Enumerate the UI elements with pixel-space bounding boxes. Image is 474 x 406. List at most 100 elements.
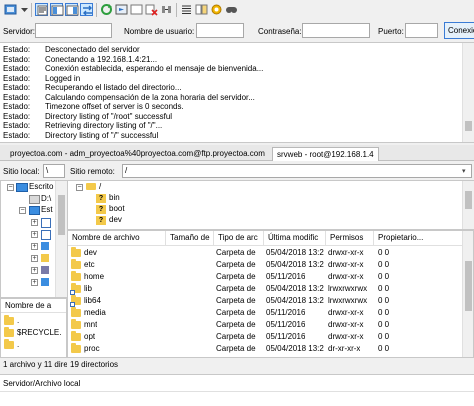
expand-icon[interactable]: + bbox=[31, 267, 38, 274]
cancel-icon[interactable] bbox=[130, 3, 143, 16]
tree-item-dev[interactable]: dev bbox=[109, 215, 122, 225]
cell-owner: 0 0 bbox=[378, 332, 390, 341]
toggle-remote-tree-icon[interactable] bbox=[65, 3, 79, 16]
remote-file-list: Nombre de archivo Tamaño de Tipo de arc … bbox=[67, 230, 474, 358]
folder-icon bbox=[71, 319, 81, 329]
log-entry-message: Conexión establecida, esperando el mensa… bbox=[45, 64, 264, 73]
table-row[interactable]: mnt Carpeta de 05/11/2016 drwxr-xr-x 0 0 bbox=[68, 319, 463, 331]
local-path-bar: Sitio local: \ bbox=[0, 162, 67, 180]
cell-name: mnt bbox=[84, 320, 98, 329]
process-queue-icon[interactable] bbox=[115, 3, 128, 16]
toggle-local-tree-icon[interactable] bbox=[50, 3, 64, 16]
cell-perms: drwxr-xr-x bbox=[328, 320, 364, 329]
local-tree-scrollbar[interactable] bbox=[55, 181, 67, 297]
images-folder-icon bbox=[41, 254, 49, 262]
quickconnect-button[interactable]: Conexión rápida bbox=[444, 22, 474, 39]
log-entry-type: Estado: bbox=[3, 45, 31, 54]
local-column-name[interactable]: Nombre de a bbox=[1, 299, 66, 313]
password-label: Contraseña: bbox=[258, 27, 302, 36]
transfer-queue: Servidor/Archivo local bbox=[0, 374, 474, 406]
tab-srvweb[interactable]: srvweb - root@192.168.1.4 bbox=[272, 147, 379, 161]
disconnect-icon[interactable] bbox=[145, 3, 158, 16]
table-row[interactable]: lib64 Carpeta de 05/04/2018 13:2 lrwxrwxrwx… bbox=[68, 295, 463, 307]
toggle-queue-icon[interactable] bbox=[80, 3, 93, 16]
sync-browse-icon[interactable] bbox=[210, 3, 223, 16]
remote-path-input[interactable]: / bbox=[122, 164, 472, 178]
list-item[interactable]: . bbox=[1, 339, 66, 351]
folder-icon bbox=[71, 343, 81, 353]
list-item[interactable]: $RECYCLE. bbox=[1, 327, 66, 339]
username-input[interactable] bbox=[196, 23, 244, 38]
table-row[interactable]: home Carpeta de 05/11/2016 drwxr-xr-x 0 0 bbox=[68, 271, 463, 283]
queue-column-server-local[interactable]: Servidor/Archivo local bbox=[3, 379, 80, 388]
expand-icon[interactable]: + bbox=[31, 243, 38, 250]
collapse-icon[interactable]: − bbox=[7, 184, 14, 191]
column-header[interactable]: Permisos bbox=[326, 231, 374, 245]
expand-icon[interactable]: + bbox=[31, 219, 38, 226]
expand-icon[interactable]: + bbox=[31, 255, 38, 262]
log-entry-message: Directory listing of "/root" successful bbox=[45, 111, 173, 121]
user-label: Nombre de usuario: bbox=[124, 27, 195, 36]
local-tree: − Escrito D:\ − Est + + + + + + bbox=[0, 180, 67, 298]
column-header[interactable]: Última modific bbox=[264, 231, 326, 245]
reconnect-icon[interactable] bbox=[160, 3, 173, 16]
cell-type: Carpeta de bbox=[216, 272, 256, 281]
tree-item-equipo[interactable]: Est bbox=[41, 205, 53, 215]
log-entry-message: Recuperando el listado del directorio... bbox=[45, 83, 182, 92]
tab-proyectoa[interactable]: proyectoa.com - adm_proyectoa%40proyecto… bbox=[6, 147, 269, 161]
tree-item-drive-d[interactable]: D:\ bbox=[41, 194, 51, 204]
local-path-input[interactable]: \ bbox=[43, 164, 65, 178]
tree-item-bin[interactable]: bin bbox=[109, 193, 120, 203]
table-row[interactable]: media Carpeta de 05/11/2016 drwxr-xr-x 0 0 bbox=[68, 307, 463, 319]
log-entry-type: Estado: bbox=[3, 73, 31, 83]
collapse-icon[interactable]: − bbox=[76, 184, 83, 191]
remote-path-bar: Sitio remoto: / ▾ bbox=[67, 162, 474, 180]
remote-list-scrollbar[interactable] bbox=[462, 231, 473, 357]
cell-type: Carpeta de bbox=[216, 260, 256, 269]
remote-path-dropdown-icon[interactable]: ▾ bbox=[462, 167, 466, 175]
expand-icon[interactable]: + bbox=[31, 231, 38, 238]
cell-name: opt bbox=[84, 332, 96, 341]
table-row[interactable]: lib Carpeta de 05/04/2018 13:2 lrwxrwxrwx 0 … bbox=[68, 283, 463, 295]
table-row[interactable]: proc Carpeta de 05/04/2018 13:2 dr-xr-xr-x 0… bbox=[68, 343, 463, 355]
column-header[interactable]: Tipo de arc bbox=[214, 231, 264, 245]
log-scrollbar[interactable] bbox=[462, 43, 474, 142]
cell-modified: 05/04/2018 13:2 bbox=[266, 284, 324, 293]
cell-perms: drwxr-xr-x bbox=[328, 248, 364, 257]
log-entry: Estado: Retrieving directory listing of "… bbox=[3, 121, 162, 131]
remote-path-label: Sitio remoto: bbox=[70, 167, 115, 176]
folder-icon bbox=[86, 183, 96, 190]
tree-item-root[interactable]: / bbox=[99, 182, 101, 192]
port-input[interactable] bbox=[405, 23, 438, 38]
remote-tree-scrollbar[interactable] bbox=[462, 181, 474, 229]
local-path-label: Sitio local: bbox=[3, 167, 40, 176]
cell-modified: 05/04/2018 13:2 bbox=[266, 344, 324, 353]
host-input[interactable] bbox=[35, 23, 112, 38]
table-row[interactable]: dev Carpeta de 05/04/2018 13:2 drwxr-xr-x 0 … bbox=[68, 247, 463, 259]
cell-type: Carpeta de bbox=[216, 344, 256, 353]
column-header[interactable]: Nombre de archivo bbox=[68, 231, 166, 245]
site-manager-dropdown-icon[interactable] bbox=[18, 3, 31, 16]
table-row[interactable]: etc Carpeta de 05/04/2018 13:2 drwxr-xr-x 0 … bbox=[68, 259, 463, 271]
expand-icon[interactable]: + bbox=[31, 279, 38, 286]
cell-owner: 0 0 bbox=[378, 320, 390, 329]
tree-item-boot[interactable]: boot bbox=[109, 204, 125, 214]
list-item[interactable]: . bbox=[1, 315, 66, 327]
filter-icon[interactable] bbox=[180, 3, 193, 16]
tree-item-desktop[interactable]: Escrito bbox=[29, 182, 53, 192]
search-icon[interactable] bbox=[225, 3, 238, 16]
password-input[interactable] bbox=[302, 23, 370, 38]
compare-icon[interactable] bbox=[195, 3, 208, 16]
refresh-icon[interactable] bbox=[100, 3, 113, 16]
table-row[interactable]: opt Carpeta de 05/11/2016 drwxr-xr-x 0 0 bbox=[68, 331, 463, 343]
computer-icon bbox=[29, 206, 40, 215]
column-header[interactable]: Tamaño de bbox=[166, 231, 214, 245]
folder-icon bbox=[71, 307, 81, 317]
site-manager-icon[interactable] bbox=[4, 3, 17, 16]
collapse-icon[interactable]: − bbox=[19, 207, 26, 214]
host-label: Servidor: bbox=[3, 27, 36, 36]
column-header[interactable]: Propietario... bbox=[374, 231, 463, 245]
cell-name: lib64 bbox=[84, 296, 101, 305]
cell-perms: drwxr-xr-x bbox=[328, 260, 364, 269]
toggle-log-icon[interactable] bbox=[35, 3, 48, 16]
